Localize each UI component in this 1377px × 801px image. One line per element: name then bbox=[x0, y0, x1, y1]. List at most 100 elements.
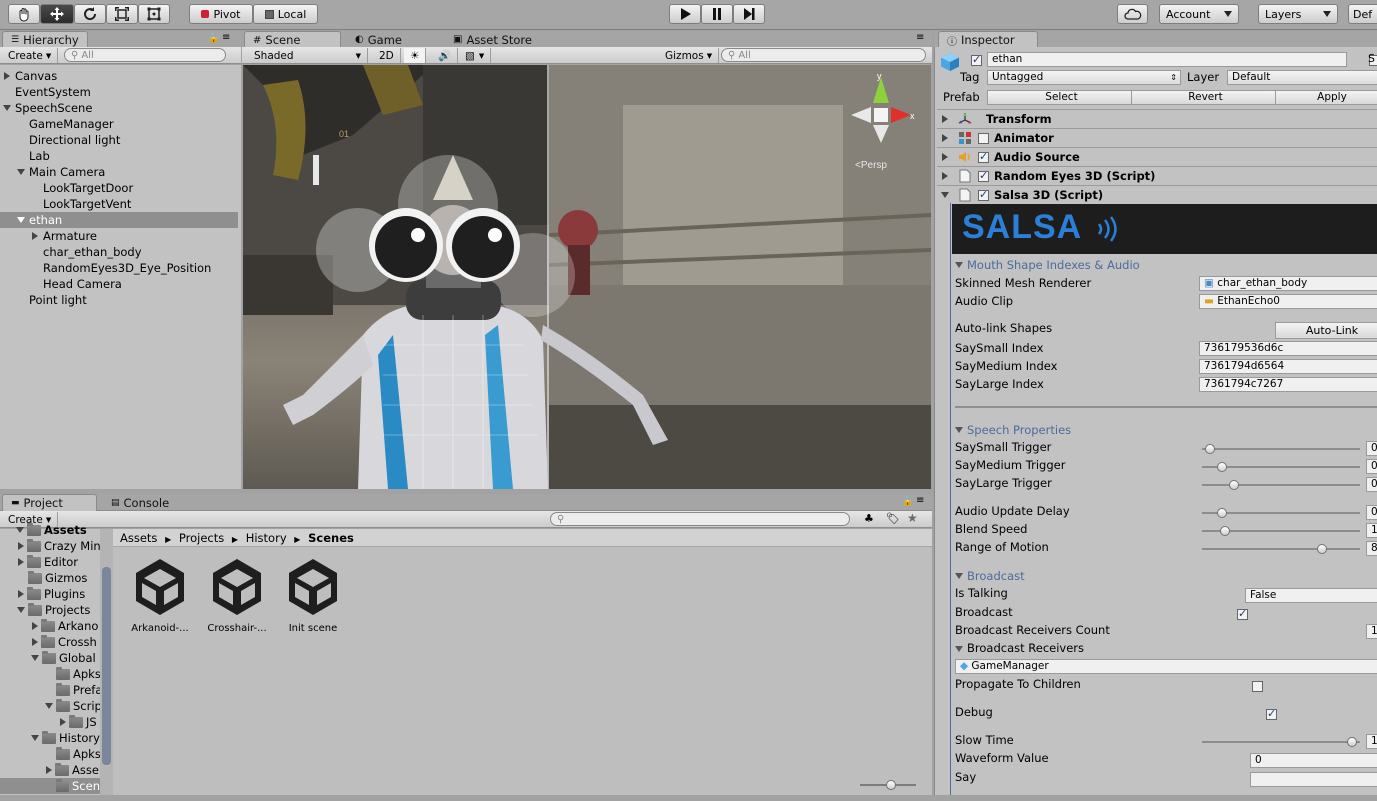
prefab-revert-button[interactable]: Revert bbox=[1131, 90, 1276, 105]
shading-mode-dropdown[interactable]: Shaded ▼ bbox=[248, 48, 368, 63]
expand-arrow-icon[interactable] bbox=[32, 638, 38, 646]
saymedium-trigger-field[interactable]: 0 bbox=[1366, 459, 1377, 474]
expand-arrow-icon[interactable] bbox=[60, 718, 66, 726]
step-button[interactable] bbox=[733, 4, 765, 24]
saysmall-trigger-field[interactable]: 0 bbox=[1366, 441, 1377, 456]
component-animator[interactable]: Animator bbox=[937, 128, 1377, 147]
broadcast-checkbox[interactable] bbox=[1237, 607, 1248, 620]
project-search-input[interactable]: ⚲ bbox=[550, 512, 850, 526]
saylarge-index-field[interactable]: 7361794c7267 bbox=[1199, 377, 1377, 392]
scene-viewport[interactable]: 01 y x <Persp bbox=[243, 65, 931, 489]
expand-arrow-icon[interactable] bbox=[46, 766, 52, 774]
expand-arrow-icon[interactable] bbox=[18, 590, 24, 598]
play-button[interactable] bbox=[669, 4, 701, 24]
autolink-button[interactable]: Auto-Link bbox=[1275, 322, 1377, 339]
tree-item-crazy-min[interactable]: Crazy Min bbox=[18, 538, 100, 554]
enabled-checkbox[interactable] bbox=[978, 188, 989, 201]
saylarge-trigger-slider[interactable] bbox=[1202, 480, 1360, 490]
pivot-button[interactable]: Pivot bbox=[189, 4, 253, 24]
local-button[interactable]: Local bbox=[253, 4, 318, 24]
rotate-tool-button[interactable] bbox=[74, 4, 106, 24]
expand-arrow-icon[interactable] bbox=[18, 542, 24, 550]
audio-clip-field[interactable]: ▬ EthanEcho0 bbox=[1199, 294, 1377, 309]
tab-scene[interactable]: # Scene bbox=[244, 31, 341, 48]
tree-item-prefabs[interactable]: Prefa bbox=[56, 682, 100, 698]
tab-console[interactable]: ▤ Console bbox=[103, 494, 177, 511]
expand-arrow-icon[interactable] bbox=[4, 72, 10, 80]
cloud-button[interactable] bbox=[1117, 4, 1148, 24]
speech-section-header[interactable]: Speech Properties bbox=[955, 423, 1071, 437]
slider-knob[interactable] bbox=[1217, 462, 1227, 472]
saymedium-index-field[interactable]: 7361794d6564 bbox=[1199, 359, 1377, 374]
object-name-field[interactable]: ethan bbox=[987, 52, 1347, 67]
component-salsa[interactable]: Salsa 3D (Script) bbox=[937, 185, 1377, 204]
slow-time-field[interactable]: 1 bbox=[1366, 734, 1377, 749]
tree-item-global[interactable]: Global bbox=[31, 650, 96, 666]
expand-arrow-icon[interactable] bbox=[955, 645, 963, 652]
tree-item-apks[interactable]: Apks bbox=[56, 666, 100, 682]
tab-asset-store[interactable]: ▣ Asset Store bbox=[445, 31, 540, 48]
tree-item-assets[interactable]: Assets bbox=[16, 522, 87, 538]
hierarchy-item-eventsystem[interactable]: EventSystem bbox=[0, 84, 238, 100]
expand-arrow-icon[interactable] bbox=[942, 134, 948, 142]
pause-button[interactable] bbox=[701, 4, 733, 24]
saymedium-trigger-slider[interactable] bbox=[1202, 462, 1360, 472]
blend-speed-field[interactable]: 1 bbox=[1366, 523, 1377, 538]
layout-dropdown[interactable]: Def bbox=[1348, 4, 1377, 24]
hierarchy-item-looktargetvent[interactable]: LookTargetVent bbox=[0, 196, 238, 212]
skinned-mesh-field[interactable]: ▣ char_ethan_body bbox=[1199, 276, 1377, 291]
breadcrumb-history[interactable]: History bbox=[246, 531, 287, 545]
move-tool-button[interactable] bbox=[40, 4, 74, 24]
tree-item-scenes[interactable]: Scen bbox=[0, 778, 100, 794]
expand-arrow-icon[interactable] bbox=[942, 172, 948, 180]
breadcrumb-projects[interactable]: Projects bbox=[179, 531, 224, 545]
favorite-star-icon[interactable]: ★ bbox=[907, 511, 918, 525]
mouth-section-header[interactable]: Mouth Shape Indexes & Audio bbox=[955, 258, 1140, 272]
hierarchy-item-armature[interactable]: Armature bbox=[0, 228, 238, 244]
audio-delay-slider[interactable] bbox=[1202, 508, 1360, 518]
effects-dropdown[interactable]: ▧ ▼ bbox=[459, 48, 492, 63]
hierarchy-item-point-light[interactable]: Point light bbox=[0, 292, 238, 308]
layer-dropdown[interactable]: Default bbox=[1227, 70, 1377, 85]
audio-toggle[interactable]: 🔊 bbox=[432, 48, 459, 63]
say-field[interactable] bbox=[1250, 772, 1377, 787]
hierarchy-item-speechscene[interactable]: SpeechScene bbox=[0, 100, 238, 116]
panel-menu-icon[interactable]: ≡ bbox=[916, 32, 924, 43]
slider-knob[interactable] bbox=[1347, 737, 1357, 747]
layers-dropdown[interactable]: Layers bbox=[1258, 4, 1338, 24]
asset-arkanoid[interactable]: Arkanoid-... bbox=[125, 555, 195, 640]
expand-arrow-icon[interactable] bbox=[16, 527, 24, 533]
scene-search-input[interactable]: ⚲ All bbox=[721, 48, 926, 62]
enabled-checkbox[interactable] bbox=[978, 150, 989, 163]
component-audio-source[interactable]: Audio Source bbox=[937, 147, 1377, 166]
range-motion-field[interactable]: 8 bbox=[1366, 541, 1377, 556]
filter-type-icon[interactable]: ♣ bbox=[864, 512, 874, 525]
saysmall-index-field[interactable]: 736179536d6c bbox=[1199, 341, 1377, 356]
hierarchy-item-main-camera[interactable]: Main Camera bbox=[0, 164, 238, 180]
tab-project[interactable]: ▬ Project bbox=[2, 494, 97, 511]
tree-item-crosshair[interactable]: Crossh bbox=[32, 634, 97, 650]
tree-item-gizmos[interactable]: Gizmos bbox=[28, 570, 87, 586]
propagate-checkbox[interactable] bbox=[1251, 680, 1263, 692]
tree-item-editor[interactable]: Editor bbox=[18, 554, 78, 570]
tree-item-plugins[interactable]: Plugins bbox=[18, 586, 85, 602]
rect-tool-button[interactable] bbox=[138, 4, 170, 24]
tab-hierarchy[interactable]: ☰ Hierarchy bbox=[2, 31, 88, 48]
hierarchy-search-input[interactable]: ⚲ All bbox=[64, 48, 226, 62]
receiver-item-field[interactable]: ◆ GameManager bbox=[955, 659, 1377, 674]
expand-arrow-icon[interactable] bbox=[942, 115, 948, 123]
tree-item-history[interactable]: History bbox=[31, 730, 100, 746]
saysmall-trigger-slider[interactable] bbox=[1202, 444, 1360, 454]
waveform-field[interactable]: 0 bbox=[1250, 753, 1377, 768]
slider-knob[interactable] bbox=[886, 780, 896, 790]
enabled-checkbox[interactable] bbox=[978, 132, 989, 144]
slider-knob[interactable] bbox=[1220, 526, 1230, 536]
lock-icon[interactable]: 🔒 bbox=[208, 34, 219, 44]
hierarchy-item-canvas[interactable]: Canvas bbox=[0, 68, 238, 84]
account-dropdown[interactable]: Account bbox=[1159, 4, 1239, 24]
expand-arrow-icon[interactable] bbox=[17, 169, 25, 175]
panel-menu-icon[interactable]: ≡ bbox=[222, 32, 230, 43]
receivers-count-field[interactable]: 1 bbox=[1366, 624, 1377, 639]
prefab-select-button[interactable]: Select bbox=[987, 90, 1132, 105]
slider-knob[interactable] bbox=[1205, 444, 1215, 454]
